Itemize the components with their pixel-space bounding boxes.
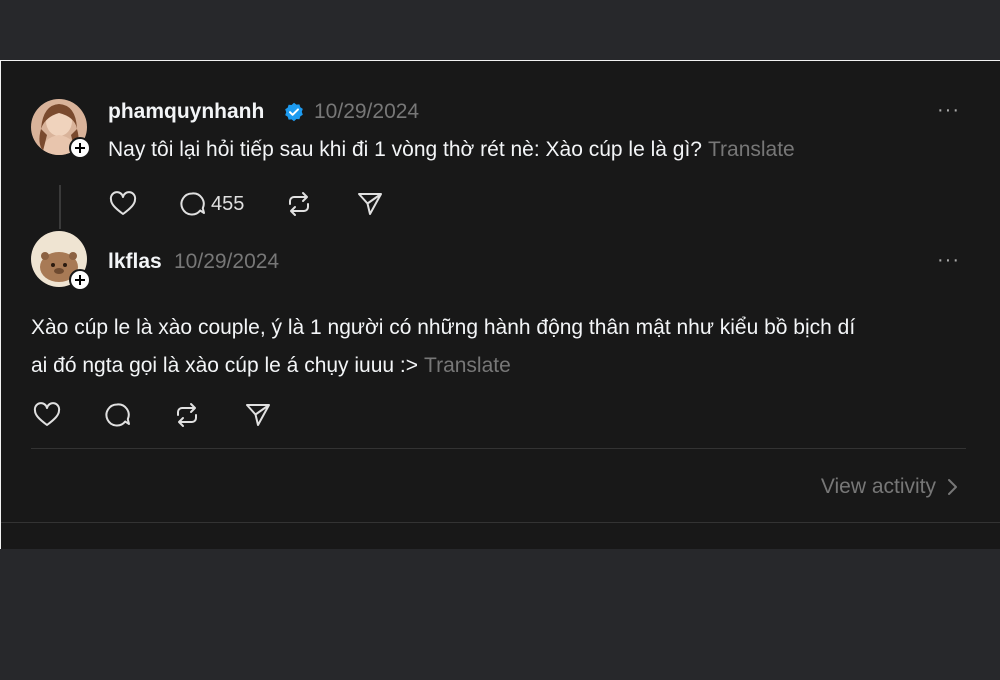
post-reply-button[interactable]: 455 [179,191,244,217]
repost-icon [289,192,309,216]
thread-connector-line [59,185,61,229]
bottom-divider [1,522,1000,523]
heart-icon [33,402,61,426]
reply-more-button[interactable]: ··· [937,249,960,272]
verified-badge-icon [285,102,303,122]
chevron-right-icon [948,479,957,495]
avatar-phamquynhanh[interactable] [31,99,91,159]
heart-icon [109,191,137,215]
follow-plus-icon[interactable] [69,269,91,291]
post-text-block: Nay tôi lại hỏi tiếp sau khi đi 1 vòng t… [108,131,795,169]
follow-plus-icon[interactable] [69,137,91,159]
post-share-button[interactable] [356,191,384,217]
send-icon [246,404,270,426]
post-like-button[interactable] [109,191,137,217]
post-more-button[interactable]: ··· [937,99,960,122]
avatar-lkflas[interactable] [31,231,91,291]
post-translate-link[interactable]: Translate [708,138,795,161]
send-icon [358,193,382,215]
reply-reply-button[interactable] [104,402,132,428]
reply-text-line-1: Xào cúp le là xào couple, ý là 1 người c… [31,316,856,339]
post-date[interactable]: 10/29/2024 [314,100,419,124]
reply-text-block: Xào cúp le là xào couple, ý là 1 người c… [31,309,855,385]
post-text: Nay tôi lại hỏi tiếp sau khi đi 1 vòng t… [108,138,702,161]
reply-date[interactable]: 10/29/2024 [174,250,279,274]
divider [31,448,966,449]
post-repost-button[interactable] [285,191,313,217]
repost-icon [177,403,197,427]
reply-translate-link[interactable]: Translate [424,354,511,377]
reply-text-line-2: ai đó ngta gọi là xào cúp le á chụy iuuu… [31,354,419,377]
comment-icon [105,403,130,427]
comment-icon [180,192,205,216]
reply-share-button[interactable] [244,402,272,428]
reply-count: 455 [211,192,245,215]
thread-card: phamquynhanh 10/29/2024 ··· Nay tôi lại … [0,60,1000,549]
reply-username[interactable]: lkflas [108,250,162,274]
reply-repost-button[interactable] [173,402,201,428]
reply-like-button[interactable] [33,402,61,428]
view-activity-link[interactable]: View activity [821,475,960,499]
view-activity-label: View activity [820,475,936,498]
post-username[interactable]: phamquynhanh [108,100,264,124]
